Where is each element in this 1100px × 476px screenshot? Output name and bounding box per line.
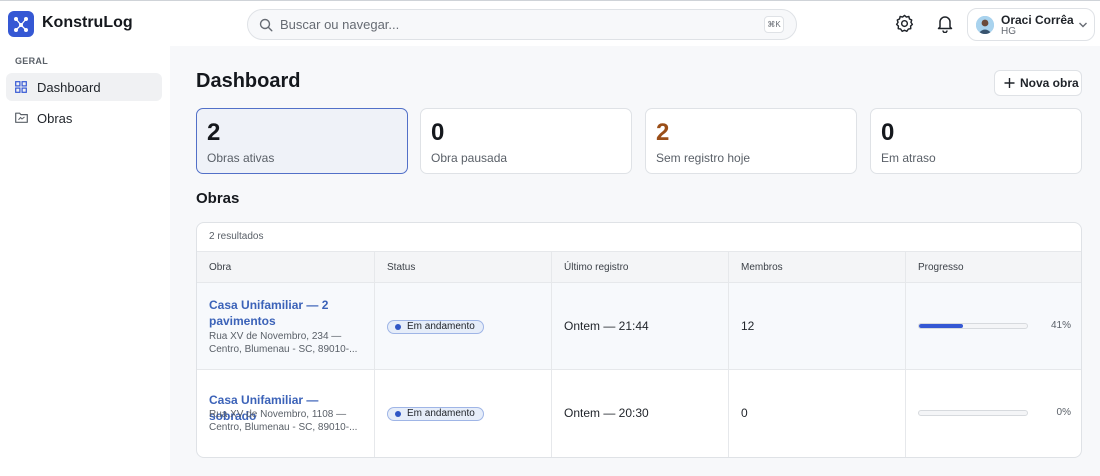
stat-value: 0 <box>881 119 895 146</box>
obra-address: Rua XV de Novembro, 1108 — Centro, Blume… <box>209 409 358 433</box>
bell-icon[interactable] <box>936 14 954 38</box>
section-title-obras: Obras <box>196 190 240 207</box>
stat-label: Obras ativas <box>207 151 275 165</box>
sidebar: GERAL Dashboard Obras <box>0 46 170 476</box>
cell-status: Em andamento <box>374 283 551 370</box>
grid-icon <box>15 81 27 93</box>
cell-obra: Casa Unifamiliar — 2 pavimentos Rua XV d… <box>197 283 374 370</box>
gear-icon[interactable] <box>895 14 914 38</box>
sidebar-item-label: Dashboard <box>37 80 101 95</box>
progress-percent: 41% <box>1050 320 1071 331</box>
new-obra-button[interactable]: Nova obra <box>994 70 1082 96</box>
status-label: Em andamento <box>407 408 475 419</box>
table-row[interactable]: Casa Unifamiliar — sobrado Rua XV de Nov… <box>197 370 1081 457</box>
search-shortcut-hint: ⌘K <box>764 16 784 33</box>
stat-label: Obra pausada <box>431 151 508 165</box>
column-header-ultimo-registro[interactable]: Último registro <box>551 252 728 284</box>
plus-icon <box>1004 78 1015 88</box>
search-input[interactable]: Buscar ou navegar... <box>280 17 399 32</box>
status-dot-icon <box>395 324 401 330</box>
status-badge: Em andamento <box>387 320 484 334</box>
column-header-membros[interactable]: Membros <box>728 252 905 284</box>
progress-percent: 0% <box>1056 407 1071 418</box>
cell-ultimo-registro: Ontem — 21:44 <box>551 283 728 370</box>
progress-bar <box>918 323 1028 329</box>
folder-icon <box>15 112 28 123</box>
stat-card-obra-pausada[interactable]: 0 Obra pausada <box>420 108 632 174</box>
stat-card-sem-registro-hoje[interactable]: 2 Sem registro hoje <box>645 108 857 174</box>
stat-value: 0 <box>431 119 445 146</box>
app-name[interactable]: KonstruLog <box>42 14 133 32</box>
cell-membros: 12 <box>728 283 905 370</box>
status-dot-icon <box>395 411 401 417</box>
table-row[interactable]: Casa Unifamiliar — 2 pavimentos Rua XV d… <box>197 283 1081 370</box>
stat-label: Sem registro hoje <box>656 151 751 165</box>
search-bar[interactable]: Buscar ou navegar... ⌘K <box>247 9 797 40</box>
cell-obra: Casa Unifamiliar — sobrado Rua XV de Nov… <box>197 370 374 457</box>
search-icon <box>259 18 273 32</box>
top-bar: KonstruLog Buscar ou navegar... ⌘K Oraci <box>0 0 1100 46</box>
sidebar-item-label: Obras <box>37 111 73 126</box>
sidebar-section-heading: GERAL <box>15 56 48 66</box>
page-title: Dashboard <box>196 70 301 92</box>
stat-card-em-atraso[interactable]: 0 Em atraso <box>870 108 1082 174</box>
column-header-status[interactable]: Status <box>374 252 551 284</box>
user-menu[interactable]: Oraci Corrêa HG <box>967 8 1095 41</box>
column-header-obra[interactable]: Obra <box>197 252 374 284</box>
cell-ultimo-registro: Ontem — 20:30 <box>551 370 728 457</box>
sidebar-item-dashboard[interactable]: Dashboard <box>6 73 162 101</box>
table-header: Obra Status Último registro Membros Prog… <box>197 251 1081 284</box>
cell-membros: 0 <box>728 370 905 457</box>
column-header-progresso[interactable]: Progresso <box>905 252 1081 284</box>
app-logo-icon[interactable] <box>8 11 34 37</box>
progress-fill <box>919 324 964 328</box>
obra-name-link[interactable]: Casa Unifamiliar — 2 pavimentos <box>209 297 359 329</box>
status-badge: Em andamento <box>387 407 484 421</box>
last-record: Ontem — 21:44 <box>564 319 649 333</box>
user-org: HG <box>1001 26 1016 37</box>
stat-value: 2 <box>656 119 670 146</box>
cell-status: Em andamento <box>374 370 551 457</box>
members-count: 12 <box>741 319 755 333</box>
last-record: Ontem — 20:30 <box>564 406 649 420</box>
progress-bar <box>918 410 1028 416</box>
sidebar-item-obras[interactable]: Obras <box>6 104 162 132</box>
obras-table: 2 resultados Obra Status Último registro… <box>196 222 1082 458</box>
stat-card-obras-ativas[interactable]: 2 Obras ativas <box>196 108 408 174</box>
members-count: 0 <box>741 406 748 420</box>
obra-address: Rua XV de Novembro, 234 — Centro, Blumen… <box>209 331 358 355</box>
cell-progresso: 0% <box>905 370 1081 457</box>
stat-value: 2 <box>207 119 221 146</box>
results-count: 2 resultados <box>209 231 264 242</box>
status-label: Em andamento <box>407 321 475 332</box>
avatar <box>976 16 994 34</box>
chevron-down-icon <box>1079 22 1087 28</box>
new-obra-label: Nova obra <box>1020 76 1079 90</box>
user-name: Oraci Corrêa <box>1001 13 1074 27</box>
cell-progresso: 41% <box>905 283 1081 370</box>
stat-label: Em atraso <box>881 151 936 165</box>
